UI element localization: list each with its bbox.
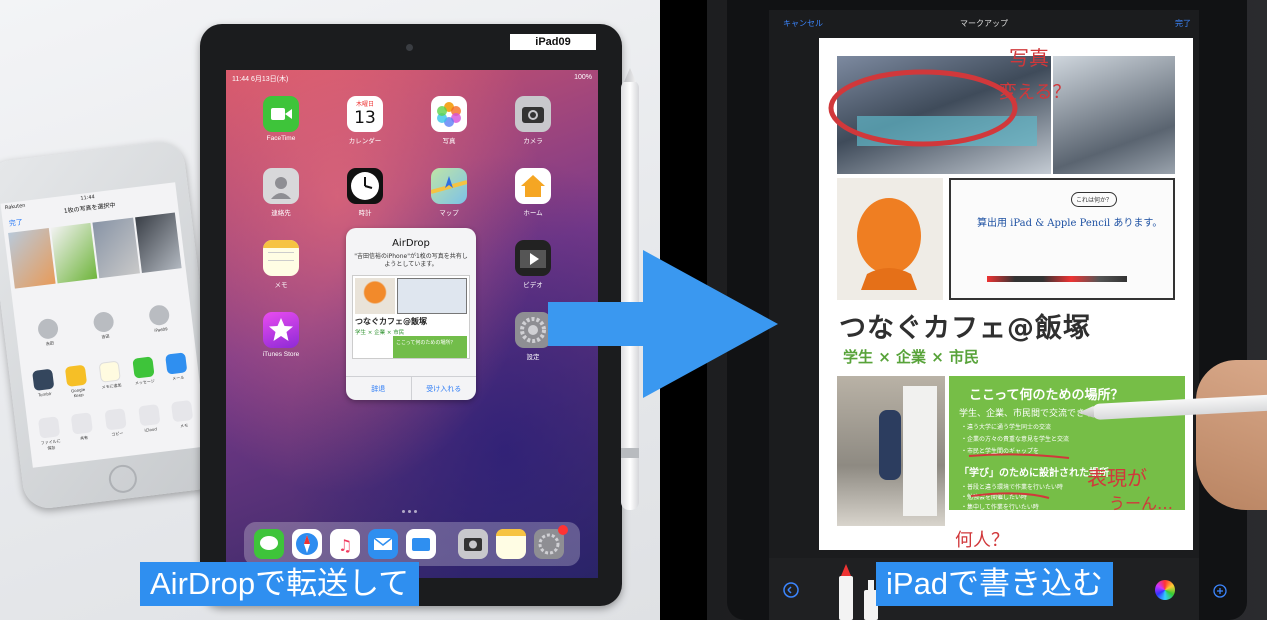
annotation-hmm: うーん… <box>1109 494 1174 513</box>
app-home[interactable]: ホーム <box>498 168 568 217</box>
annotation-expression: 表現が <box>1087 466 1147 490</box>
markup-nav-bar: キャンセル マークアップ 完了 <box>769 10 1199 36</box>
app-calendar[interactable]: 木曜日 13 カレンダー <box>330 96 400 145</box>
icloud-icon[interactable]: iCloud <box>137 404 163 440</box>
airdrop-person[interactable]: 吉田 <box>36 317 61 348</box>
caption-write: iPadで書き込む <box>876 562 1114 606</box>
battery-indicator: 100% <box>574 74 592 81</box>
contacts-icon <box>263 168 299 204</box>
accept-button[interactable]: 受け入れる <box>410 377 477 400</box>
right-photo: キャンセル マークアップ 完了 算出用 iPad & Apple Pencil … <box>707 0 1267 620</box>
photo-thumb[interactable] <box>8 228 56 289</box>
caption-airdrop: AirDropで転送して <box>140 562 420 606</box>
preview-photo-board <box>397 278 467 314</box>
maps-icon <box>431 168 467 204</box>
home-button[interactable] <box>107 463 139 495</box>
notes-icon[interactable] <box>496 529 526 559</box>
videos-icon <box>515 240 551 276</box>
facetime-icon <box>263 96 299 132</box>
annotation-how-many: 何人？ <box>955 530 1009 550</box>
front-camera <box>406 44 413 51</box>
iphone-screen: Rakuten 11:44 1枚の写真を選択中 完了 吉田 吉田 iPad09 … <box>0 182 208 468</box>
undo-icon[interactable] <box>783 582 799 598</box>
share-apps-row: Tumblr Google Keep メモに追加 メッセージ メール <box>25 351 196 403</box>
ipad-home-screen: 11:44 6月13日(木) 100% FaceTime 木曜日 13 カレンダ… <box>226 70 598 578</box>
share-icon[interactable]: 共有 <box>70 412 96 448</box>
preview-photo-balloon <box>355 278 395 314</box>
airdrop-dialog: AirDrop "吉田信裕のiPhone"が1枚の写真を共有しようとしています。… <box>346 228 476 400</box>
notes-icon[interactable]: メモに追加 <box>98 360 124 394</box>
photo-thumb[interactable] <box>50 222 98 284</box>
mail-icon[interactable] <box>368 529 398 559</box>
music-icon[interactable]: ♫ <box>330 529 360 559</box>
home-app-icon <box>515 168 551 204</box>
app-notes[interactable]: メモ <box>246 240 316 289</box>
airdrop-people-row: 吉田 吉田 iPad09 <box>19 302 189 350</box>
dock: ♫ <box>244 522 580 566</box>
app-clock[interactable]: 時計 <box>330 168 400 217</box>
color-picker-icon[interactable] <box>1155 580 1175 600</box>
app-contacts[interactable]: 連絡先 <box>246 168 316 217</box>
hand <box>1196 360 1267 510</box>
annotation-photo: 写真 <box>1009 46 1049 70</box>
iphone-photo-strip[interactable] <box>8 212 182 289</box>
decline-button[interactable]: 辞退 <box>346 377 411 400</box>
mail-icon[interactable]: メール <box>164 352 190 386</box>
status-bar: 11:44 6月13日(木) 100% <box>232 74 592 86</box>
arrow-right-icon <box>548 250 778 398</box>
app-photos[interactable]: 写真 <box>414 96 484 145</box>
app-itunes-store[interactable]: iTunes Store <box>246 312 316 358</box>
photo-thumb[interactable] <box>92 217 140 279</box>
safari-icon[interactable] <box>292 529 322 559</box>
save-to-files-icon[interactable]: ファイルに保存 <box>37 416 63 452</box>
gear-icon <box>515 312 551 348</box>
camera-icon[interactable] <box>458 529 488 559</box>
ipad-label: iPad09 <box>510 34 596 50</box>
copy-icon[interactable]: コピー <box>103 408 129 444</box>
app-maps[interactable]: マップ <box>414 168 484 217</box>
settings-icon[interactable] <box>534 525 568 559</box>
tumblr-icon[interactable]: Tumblr <box>31 368 57 403</box>
app-camera[interactable]: カメラ <box>498 96 568 145</box>
airdrop-title: AirDrop <box>392 238 430 249</box>
markup-document[interactable]: 算出用 iPad & Apple Pencil あります。 これは何か？ つなぐ… <box>819 38 1193 550</box>
photo-thumb[interactable] <box>134 212 182 274</box>
messages-icon[interactable]: メッセージ <box>131 356 157 390</box>
messages-icon[interactable] <box>254 529 284 559</box>
clock-icon <box>347 168 383 204</box>
app-facetime[interactable]: FaceTime <box>246 96 316 142</box>
ipad-markup: キャンセル マークアップ 完了 算出用 iPad & Apple Pencil … <box>727 0 1247 620</box>
airdrop-person[interactable]: 吉田 <box>91 310 116 341</box>
photos-icon <box>431 96 467 132</box>
notes-app-icon <box>263 240 299 276</box>
pen-tool-icon[interactable] <box>833 562 859 620</box>
iphone-done-button[interactable]: 完了 <box>8 217 23 229</box>
google-keep-icon[interactable]: Google Keep <box>64 364 90 398</box>
markup-screen: キャンセル マークアップ 完了 算出用 iPad & Apple Pencil … <box>769 10 1227 620</box>
more-icon[interactable]: メモ <box>170 399 196 436</box>
annotation-change: 変える？ <box>999 82 1071 103</box>
files-icon[interactable] <box>406 529 436 559</box>
star-icon <box>263 312 299 348</box>
markup-title: マークアップ <box>960 19 1008 28</box>
share-actions-row: ファイルに保存 共有 コピー iCloud メモ <box>31 399 202 453</box>
add-icon[interactable] <box>1213 584 1227 598</box>
done-button[interactable]: 完了 <box>1175 18 1191 29</box>
airdrop-preview-image: つなぐカフェ@飯塚 学生 × 企業 × 市民 ここって何のための場所？ <box>352 275 470 359</box>
iphone: Rakuten 11:44 1枚の写真を選択中 完了 吉田 吉田 iPad09 … <box>0 139 225 511</box>
svg-text:♫: ♫ <box>338 536 352 555</box>
airdrop-person[interactable]: iPad09 <box>147 304 172 334</box>
airdrop-description: "吉田信裕のiPhone"が1枚の写真を共有しようとしています。 <box>354 253 468 268</box>
page-dots <box>402 510 417 513</box>
camera-icon <box>515 96 551 132</box>
calendar-icon: 木曜日 13 <box>347 96 383 132</box>
